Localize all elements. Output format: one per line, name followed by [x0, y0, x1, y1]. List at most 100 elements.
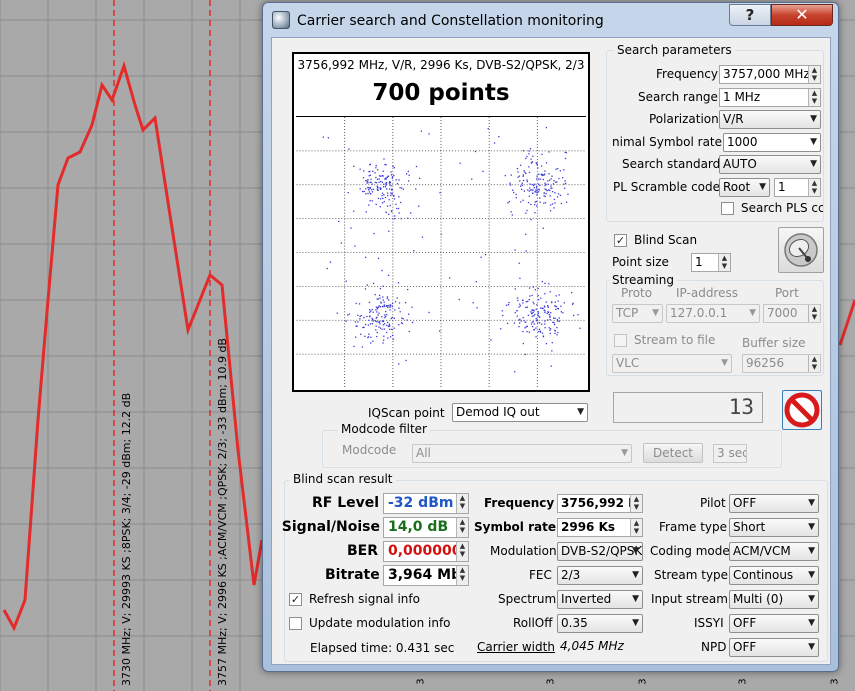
satellite-dish-icon	[784, 233, 818, 267]
constellation-point	[369, 192, 372, 195]
constellation-point	[551, 203, 554, 205]
constellation-point	[532, 286, 534, 288]
spin-arrows-icon[interactable]: ▲ ▼	[456, 542, 468, 561]
constellation-point	[516, 310, 518, 312]
port-input[interactable]: 7000 ▲ ▼	[763, 304, 821, 323]
constellation-point	[552, 317, 555, 319]
constellation-point	[544, 184, 546, 187]
search-range-label: Search range	[638, 90, 718, 104]
constellation-point	[554, 317, 556, 319]
buffer-size-input[interactable]: 96256 ▲ ▼	[742, 354, 821, 373]
search-standard-select[interactable]: AUTO ▼	[719, 155, 821, 174]
stream-type-select[interactable]: Continous ▼	[729, 566, 819, 585]
constellation-point	[368, 175, 370, 177]
player-select[interactable]: VLC ▼	[612, 354, 732, 373]
spin-arrows-icon[interactable]: ▲ ▼	[456, 518, 468, 537]
carrier-width-label[interactable]: Carrier width	[477, 640, 555, 654]
constellation-point	[535, 189, 537, 191]
x-tick-label: 3	[637, 678, 649, 685]
stop-button[interactable]	[782, 390, 822, 430]
spectrum-select[interactable]: Inverted ▼	[557, 590, 643, 609]
constellation-point	[529, 148, 532, 150]
spin-arrows-icon[interactable]: ▲ ▼	[718, 254, 730, 271]
ip-address-select[interactable]: 127.0.0.1 ▼	[666, 304, 760, 323]
constellation-point	[480, 256, 482, 258]
refresh-signal-checkbox[interactable]: ✓	[289, 593, 302, 606]
constellation-point	[329, 261, 332, 263]
stream-to-file-checkbox[interactable]	[614, 334, 627, 347]
constellation-point	[368, 319, 370, 322]
rolloff-select[interactable]: 0.35 ▼	[557, 614, 643, 633]
update-modulation-checkbox[interactable]	[289, 617, 302, 630]
constellation-point	[557, 308, 560, 310]
coding-mode-select[interactable]: ACM/VCM ▼	[729, 542, 819, 561]
constellation-point	[411, 321, 414, 324]
frame-type-select[interactable]: Short ▼	[729, 518, 819, 537]
constellation-point	[531, 315, 534, 317]
spin-arrows-icon[interactable]: ▲ ▼	[808, 89, 820, 106]
search-range-input[interactable]: 1 MHz ▲ ▼	[719, 88, 821, 107]
pilot-select[interactable]: OFF ▼	[729, 494, 819, 513]
input-stream-select[interactable]: Multi (0) ▼	[729, 590, 819, 609]
pl-scramble-type-select[interactable]: Root ▼	[719, 178, 770, 197]
spin-arrows-icon[interactable]: ▲ ▼	[630, 519, 642, 536]
constellation-point	[498, 135, 500, 138]
constellation-point	[533, 315, 535, 317]
constellation-point	[385, 184, 387, 186]
symbol-rate-select[interactable]: 1000 ▼	[723, 133, 821, 152]
constellation-point	[363, 170, 365, 172]
constellation-point	[379, 297, 381, 299]
point-size-input[interactable]: 1 ▲ ▼	[691, 253, 731, 272]
npd-select[interactable]: OFF ▼	[729, 638, 819, 657]
constellation-point	[375, 329, 377, 331]
issyi-select[interactable]: OFF ▼	[729, 614, 819, 633]
constellation-point	[549, 291, 551, 293]
spin-arrows-icon[interactable]: ▲ ▼	[456, 494, 468, 513]
constellation-point	[544, 293, 546, 295]
modulation-select[interactable]: DVB-S2/QPSK ▼	[557, 542, 643, 561]
constellation-point	[546, 312, 548, 315]
polarization-select[interactable]: V/R ▼	[719, 110, 821, 129]
spin-arrows-icon[interactable]: ▲ ▼	[808, 66, 820, 83]
spin-arrows-icon[interactable]: ▲ ▼	[808, 305, 820, 322]
fec-select[interactable]: 2/3 ▼	[557, 566, 643, 585]
constellation-point	[531, 183, 533, 186]
search-pls-checkbox[interactable]	[721, 202, 734, 215]
pl-scramble-code-input[interactable]: 1 ▲ ▼	[774, 178, 821, 197]
spin-arrows-icon[interactable]: ▲ ▼	[630, 495, 642, 512]
constellation-point	[548, 327, 550, 329]
result-frequency-box: 3756,992 MHz▲▼	[557, 494, 643, 513]
modcode-select[interactable]: All ▼	[412, 444, 632, 463]
satellite-dish-button[interactable]	[778, 227, 824, 273]
spin-arrows-icon[interactable]: ▲ ▼	[456, 566, 468, 585]
frame-type-value: Short	[733, 520, 766, 534]
spin-arrows-icon[interactable]: ▲ ▼	[808, 355, 820, 372]
constellation-point	[554, 202, 556, 204]
constellation-point	[544, 182, 546, 184]
iqscan-select[interactable]: Demod IQ out ▼	[452, 403, 588, 422]
constellation-point	[547, 180, 549, 182]
constellation-point	[541, 174, 543, 176]
blind-scan-checkbox[interactable]: ✓	[614, 234, 627, 247]
constellation-point	[377, 187, 379, 189]
proto-select[interactable]: TCP ▼	[612, 304, 663, 323]
player-value: VLC	[616, 356, 640, 370]
constellation-point	[448, 277, 451, 279]
detect-button[interactable]: Detect	[643, 443, 703, 463]
constellation-point	[376, 316, 378, 318]
constellation-point	[536, 190, 538, 192]
constellation-point	[545, 126, 548, 129]
help-button[interactable]: ?	[729, 4, 771, 26]
constellation-point	[378, 175, 381, 177]
constellation-point	[418, 177, 421, 179]
detect-seconds-field[interactable]: 3 sec	[713, 444, 747, 463]
constellation-point	[383, 194, 385, 196]
constellation-point	[380, 302, 382, 304]
close-button[interactable]: ✕	[771, 4, 833, 26]
spin-arrows-icon[interactable]: ▲ ▼	[808, 179, 820, 196]
constellation-point	[393, 195, 395, 197]
constellation-point	[379, 306, 382, 308]
constellation-point	[384, 186, 387, 188]
title-bar[interactable]: Carrier search and Constellation monitor…	[263, 3, 838, 37]
frequency-input[interactable]: 3757,000 MHz ▲ ▼	[719, 65, 821, 84]
